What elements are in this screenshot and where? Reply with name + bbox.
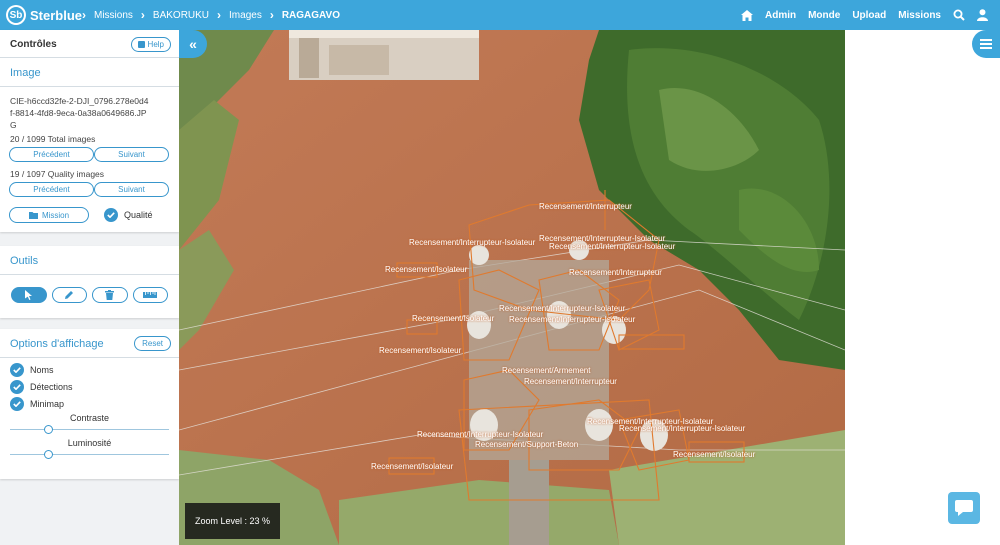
chevron-right-icon: › xyxy=(269,8,274,22)
sterblue-logo-icon: Sb xyxy=(6,5,26,25)
double-chevron-left-icon: « xyxy=(189,36,197,52)
search-icon[interactable] xyxy=(953,9,965,21)
detection-label[interactable]: Recensement/Support-Beton xyxy=(475,440,578,449)
minimap-checkbox[interactable] xyxy=(10,396,24,411)
quality-label: Qualité xyxy=(124,210,153,220)
brightness-label: Luminosité xyxy=(67,438,112,448)
collapse-sidebar-button[interactable]: « xyxy=(179,30,207,58)
mission-button[interactable]: Mission xyxy=(9,207,89,223)
display-options-card: Options d'affichage Reset Noms Détection… xyxy=(0,329,179,479)
detection-label[interactable]: Recensement/Isolateur xyxy=(379,346,461,355)
right-blank-panel xyxy=(845,30,1000,545)
contrast-slider[interactable] xyxy=(10,425,169,435)
tools-section-title: Outils xyxy=(10,255,39,267)
next-quality-button[interactable]: Suivant xyxy=(94,182,169,197)
brightness-slider-handle[interactable] xyxy=(43,450,53,459)
noms-option[interactable]: Noms xyxy=(0,361,179,378)
chevron-right-icon: › xyxy=(217,8,222,22)
minimap-label: Minimap xyxy=(30,398,65,409)
detection-label[interactable]: Recensement/Interrupteur-Isolateur xyxy=(549,242,675,251)
chat-button[interactable] xyxy=(948,492,980,524)
detection-label[interactable]: Recensement/Interrupteur-Isolateur xyxy=(509,315,635,324)
controls-title: Contrôles xyxy=(10,38,57,50)
controls-sidebar: Contrôles Help Image CIE-h6ccd32fe-2-DJI… xyxy=(0,30,179,545)
previous-quality-button[interactable]: Précédent xyxy=(9,182,94,197)
chevron-right-icon: › xyxy=(82,8,86,22)
previous-image-button[interactable]: Précédent xyxy=(9,147,94,162)
detection-label[interactable]: Recensement/Isolateur xyxy=(371,462,453,471)
folder-icon xyxy=(28,211,38,219)
detections-label: Détections xyxy=(30,381,73,392)
brightness-slider[interactable] xyxy=(10,450,169,460)
detections-option[interactable]: Détections xyxy=(0,378,179,395)
help-label: Help xyxy=(147,39,164,49)
total-images-count: 20 / 1099 Total images xyxy=(10,134,96,144)
image-filename: CIE-h6ccd32fe-2-DJI_0796.278e0d4f-8814-4… xyxy=(10,96,149,130)
breadcrumb-images[interactable]: Images xyxy=(229,10,262,21)
detection-label[interactable]: Recensement/Isolateur xyxy=(673,450,755,459)
detection-label[interactable]: Recensement/Interrupteur-Isolateur xyxy=(619,424,745,433)
chat-bubble-icon xyxy=(955,500,973,516)
nav-monde[interactable]: Monde xyxy=(808,10,840,21)
draw-tool-button[interactable] xyxy=(51,287,87,303)
cursor-icon xyxy=(24,290,32,300)
zoom-level-indicator: Zoom Level : 23 % xyxy=(185,503,280,539)
chevron-right-icon: › xyxy=(140,8,145,22)
image-card: Contrôles Help Image CIE-h6ccd32fe-2-DJI… xyxy=(0,30,179,232)
detection-label[interactable]: Recensement/Isolateur xyxy=(412,314,494,323)
detection-label[interactable]: Recensement/Interrupteur xyxy=(524,377,617,386)
ruler-icon xyxy=(143,292,158,298)
nav-missions[interactable]: Missions xyxy=(898,10,941,21)
detection-label[interactable]: Recensement/Interrupteur xyxy=(539,202,632,211)
delete-tool-button[interactable] xyxy=(92,287,128,303)
help-button[interactable]: Help xyxy=(130,36,171,52)
home-icon[interactable] xyxy=(740,9,753,21)
detection-label[interactable]: Recensement/Interrupteur xyxy=(569,268,662,277)
detection-label[interactable]: Recensement/Interrupteur-Isolateur xyxy=(417,430,543,439)
detection-label[interactable]: Recensement/Interrupteur-Isolateur xyxy=(499,304,625,313)
contrast-slider-handle[interactable] xyxy=(43,425,53,434)
noms-checkbox[interactable] xyxy=(10,362,24,377)
pencil-icon xyxy=(65,291,74,299)
brand-name: Sterblue xyxy=(29,7,82,23)
image-section-title: Image xyxy=(10,67,41,79)
display-section-title: Options d'affichage xyxy=(10,337,104,350)
mission-label: Mission xyxy=(41,210,70,220)
detection-label[interactable]: Recensement/Armement xyxy=(502,366,590,375)
nav-admin[interactable]: Admin xyxy=(765,10,796,21)
detection-labels: Recensement/Interrupteur Recensement/Int… xyxy=(179,30,845,545)
quality-checkbox[interactable] xyxy=(104,208,118,222)
detection-label[interactable]: Recensement/Isolateur xyxy=(385,265,467,274)
breadcrumb-mission[interactable]: BAKORUKU xyxy=(153,10,209,21)
breadcrumb: › Missions › BAKORUKU › Images › RAGAGAV… xyxy=(82,8,348,22)
next-image-button[interactable]: Suivant xyxy=(94,147,169,162)
tools-card: Outils xyxy=(0,246,179,318)
minimap-option[interactable]: Minimap xyxy=(0,395,179,412)
nav-upload[interactable]: Upload xyxy=(852,10,886,21)
trash-icon xyxy=(105,290,115,300)
reset-button[interactable]: Reset xyxy=(134,336,171,351)
quality-images-count: 19 / 1097 Quality images xyxy=(10,169,105,179)
hamburger-icon xyxy=(980,39,992,49)
detections-checkbox[interactable] xyxy=(10,379,24,394)
breadcrumb-current: RAGAGAVO xyxy=(281,9,340,21)
image-viewer[interactable]: Recensement/Interrupteur Recensement/Int… xyxy=(179,30,845,545)
breadcrumb-missions[interactable]: Missions xyxy=(94,10,133,21)
user-icon[interactable] xyxy=(977,9,988,21)
menu-button[interactable] xyxy=(972,30,1000,58)
select-tool-button[interactable] xyxy=(11,287,47,303)
detection-label[interactable]: Recensement/Interrupteur-Isolateur xyxy=(409,238,535,247)
brand[interactable]: Sb Sterblue xyxy=(0,5,82,25)
noms-label: Noms xyxy=(30,364,54,375)
measure-tool-button[interactable] xyxy=(132,287,168,303)
right-nav: Admin Monde Upload Missions xyxy=(735,0,994,30)
book-icon xyxy=(137,40,145,48)
contrast-label: Contraste xyxy=(69,413,110,423)
top-navbar: Sb Sterblue › Missions › BAKORUKU › Imag… xyxy=(0,0,1000,30)
